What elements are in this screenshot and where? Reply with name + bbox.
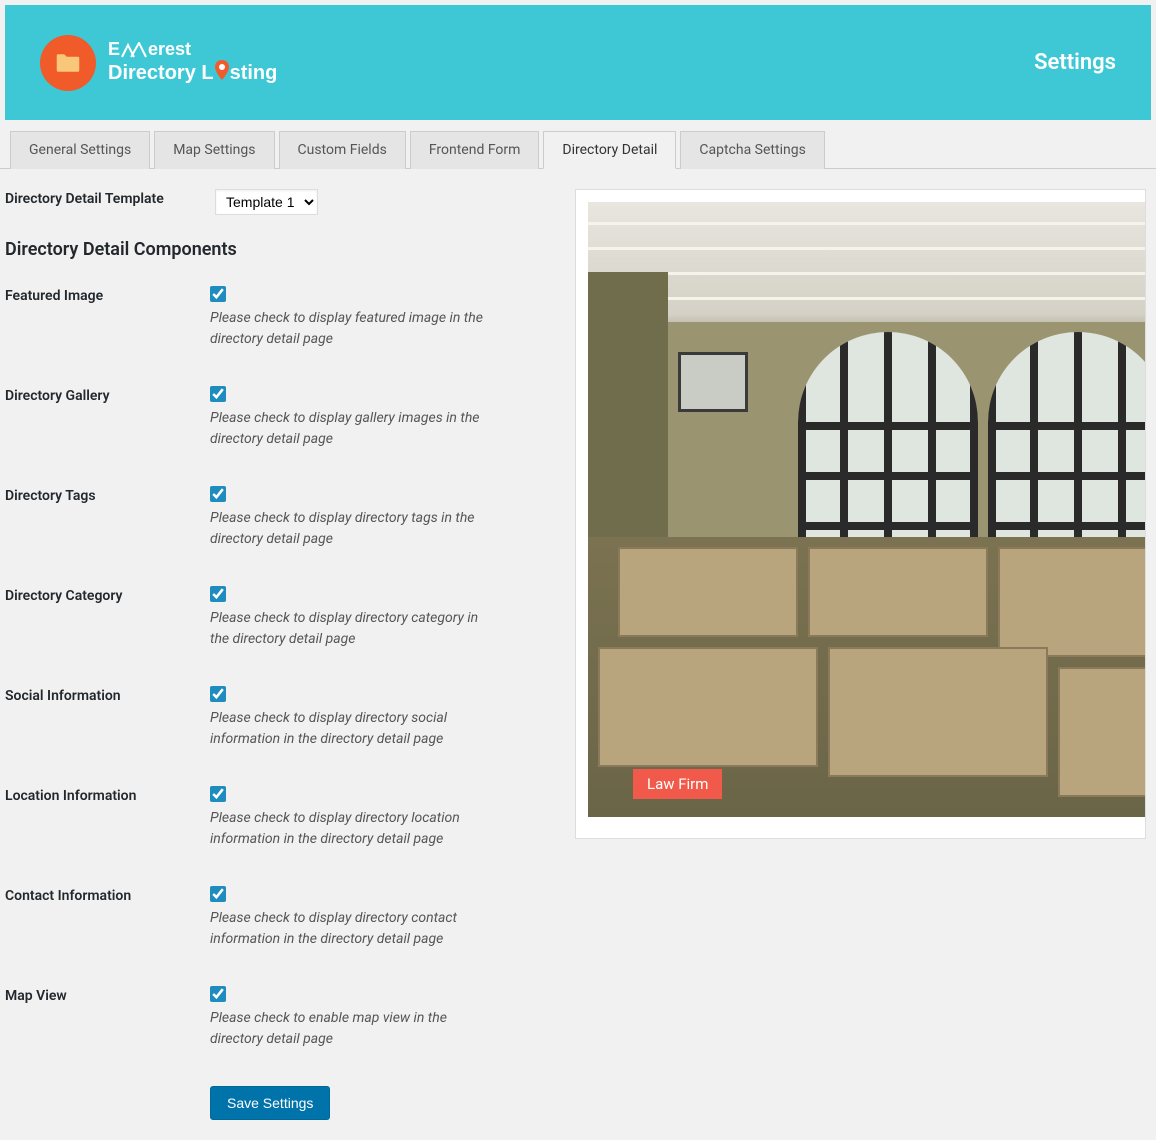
option-checkbox-directory-gallery[interactable] [210,386,226,402]
option-label: Social Information [5,686,210,750]
option-checkbox-featured-image[interactable] [210,286,226,302]
settings-form: Directory Detail Template Template 1 Dir… [5,189,565,1120]
option-checkbox-location-information[interactable] [210,786,226,802]
tab-frontend-form[interactable]: Frontend Form [410,131,540,169]
preview-panel[interactable]: Law Firm [575,189,1146,839]
pin-icon [215,60,229,86]
option-label: Directory Gallery [5,386,210,450]
option-description: Please check to display gallery images i… [210,408,490,450]
option-checkbox-directory-tags[interactable] [210,486,226,502]
tab-directory-detail[interactable]: Directory Detail [543,131,676,169]
header-banner: E erest Directory L sting Settings [5,5,1151,120]
section-title: Directory Detail Components [5,239,555,260]
template-label: Directory Detail Template [5,189,205,215]
option-checkbox-map-view[interactable] [210,986,226,1002]
tab-bar: General SettingsMap SettingsCustom Field… [0,120,1156,169]
option-label: Contact Information [5,886,210,950]
option-description: Please check to display featured image i… [210,308,490,350]
brand: E erest Directory L sting [40,35,277,91]
brand-folder-icon [40,35,96,91]
option-checkbox-directory-category[interactable] [210,586,226,602]
option-description: Please check to enable map view in the d… [210,1008,490,1050]
option-label: Location Information [5,786,210,850]
option-checkbox-social-information[interactable] [210,686,226,702]
option-description: Please check to display directory contac… [210,908,490,950]
preview-category-badge: Law Firm [633,769,722,799]
option-label: Directory Tags [5,486,210,550]
option-description: Please check to display directory social… [210,708,490,750]
save-settings-button[interactable]: Save Settings [210,1086,330,1120]
tab-captcha-settings[interactable]: Captcha Settings [680,131,824,169]
option-label: Map View [5,986,210,1050]
option-description: Please check to display directory locati… [210,808,490,850]
option-checkbox-contact-information[interactable] [210,886,226,902]
page-title: Settings [1034,50,1116,75]
template-select[interactable]: Template 1 [215,189,318,215]
mountain-icon [121,42,147,58]
tab-map-settings[interactable]: Map Settings [154,131,274,169]
brand-text: E erest Directory L sting [108,39,277,86]
option-description: Please check to display directory tags i… [210,508,490,550]
preview-featured-image: Law Firm [588,202,1146,817]
option-description: Please check to display directory catego… [210,608,490,650]
option-label: Featured Image [5,286,210,350]
tab-custom-fields[interactable]: Custom Fields [279,131,406,169]
tab-general-settings[interactable]: General Settings [10,131,150,169]
option-label: Directory Category [5,586,210,650]
